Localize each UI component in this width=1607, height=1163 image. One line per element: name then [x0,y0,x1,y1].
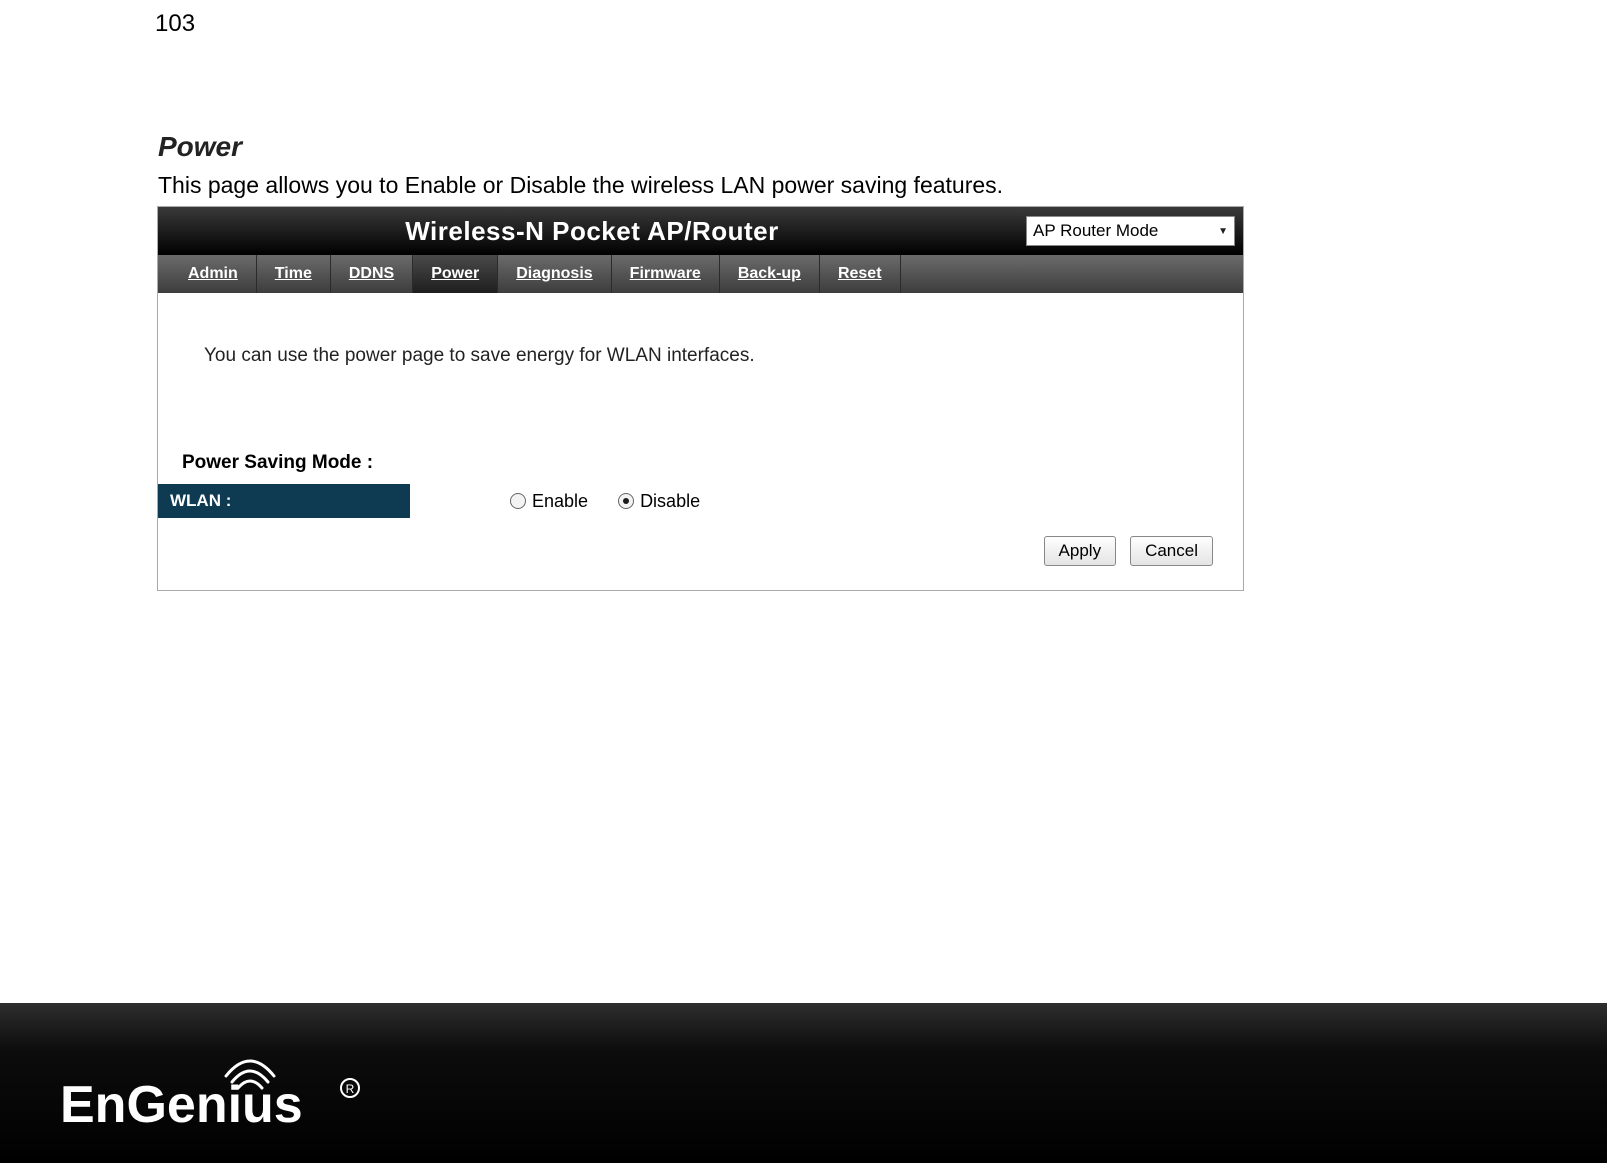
radio-enable[interactable]: Enable [510,491,588,512]
router-header: Wireless-N Pocket AP/Router AP Router Mo… [158,207,1243,255]
svg-text:EnGenius: EnGenius [60,1076,303,1134]
wlan-row: WLAN : Enable Disable [158,484,1243,518]
mode-select-value: AP Router Mode [1033,221,1158,241]
form-actions: Apply Cancel [158,518,1243,590]
tab-firmware[interactable]: Firmware [612,255,720,293]
engenius-logo: EnGenius R [60,1058,400,1138]
wlan-label: WLAN : [158,484,410,518]
router-title: Wireless-N Pocket AP/Router [158,216,1026,247]
apply-button[interactable]: Apply [1044,536,1117,566]
tab-time[interactable]: Time [257,255,331,293]
radio-disable-label: Disable [640,491,700,512]
page-number: 103 [155,10,195,38]
tab-diagnosis[interactable]: Diagnosis [498,255,611,293]
chevron-down-icon: ▼ [1218,226,1228,237]
svg-text:R: R [346,1082,355,1096]
intro-text: You can use the power page to save energ… [158,293,1243,367]
brand-bar: EnGenius R [0,1003,1607,1163]
section-title: Power [158,131,242,163]
tab-power[interactable]: Power [413,255,498,293]
radio-disable[interactable]: Disable [618,491,700,512]
tab-backup[interactable]: Back-up [720,255,820,293]
mode-select[interactable]: AP Router Mode ▼ [1026,216,1235,246]
tab-bar: Admin Time DDNS Power Diagnosis Firmware… [158,255,1243,293]
power-form: Power Saving Mode : WLAN : Enable Disabl… [158,452,1243,590]
power-saving-mode-label: Power Saving Mode : [158,452,1243,484]
radio-icon [510,493,526,509]
section-description: This page allows you to Enable or Disabl… [158,172,1003,199]
radio-icon [618,493,634,509]
cancel-button[interactable]: Cancel [1130,536,1213,566]
tab-ddns[interactable]: DDNS [331,255,413,293]
wlan-controls: Enable Disable [410,491,700,512]
tab-admin[interactable]: Admin [158,255,257,293]
radio-enable-label: Enable [532,491,588,512]
router-admin-panel: Wireless-N Pocket AP/Router AP Router Mo… [157,206,1244,591]
tab-reset[interactable]: Reset [820,255,901,293]
